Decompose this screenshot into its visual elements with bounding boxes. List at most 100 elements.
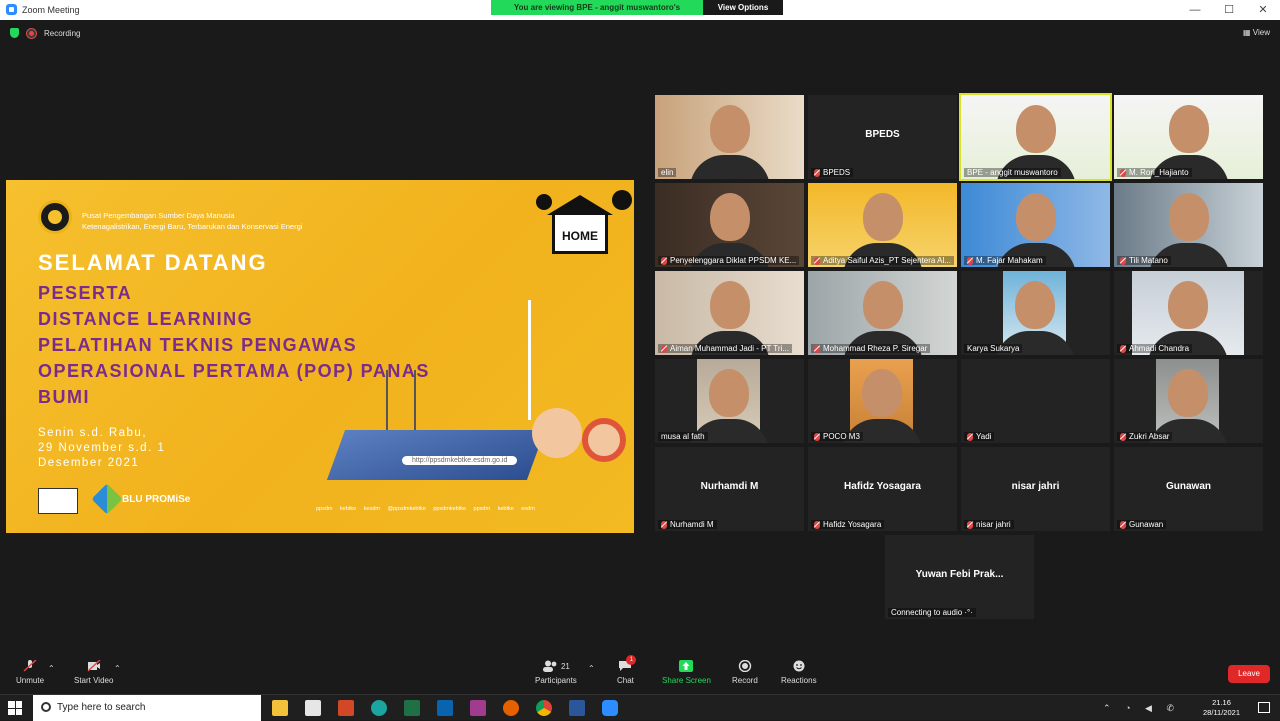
file-explorer-icon[interactable] <box>272 700 288 716</box>
word-icon[interactable] <box>569 700 585 716</box>
participant-tile[interactable]: M. Fajar Mahakam <box>961 183 1110 267</box>
shield-icon[interactable] <box>10 28 19 38</box>
windows-start-icon[interactable] <box>8 701 22 715</box>
excel-icon[interactable] <box>404 700 420 716</box>
participants-button[interactable]: 21 Participants <box>535 660 577 685</box>
participant-face <box>709 193 750 241</box>
powerpoint-icon[interactable] <box>338 700 354 716</box>
participant-tile[interactable]: elin <box>655 95 804 179</box>
muted-microphone-icon <box>967 520 973 529</box>
recording-indicator: Recording <box>10 28 80 38</box>
firefox-icon[interactable] <box>503 700 519 716</box>
participant-tile[interactable]: Zukri Absar <box>1114 359 1263 443</box>
participant-tile[interactable]: Gunawan Gunawan <box>1114 447 1263 531</box>
microphone-muted-icon <box>23 660 37 672</box>
participant-face <box>1167 369 1208 417</box>
minimize-button[interactable]: — <box>1178 0 1212 20</box>
participant-name-label: Tili Matano <box>1117 256 1171 265</box>
participant-name: Karya Sukarya <box>967 344 1020 353</box>
participant-tile[interactable]: BPE - anggit muswantoro <box>959 93 1112 181</box>
muted-microphone-icon <box>1120 168 1126 177</box>
participant-tile[interactable]: Aditya Saiful Azis_PT Sejentera Al... <box>808 183 957 267</box>
video-off-icon <box>87 660 101 672</box>
participant-tile[interactable]: Aiman Muhammad Jadi - PT Tri... <box>655 271 804 355</box>
video-label: Start Video <box>74 676 114 685</box>
participant-video <box>808 271 957 355</box>
taskbar-clock[interactable]: 21.16 28/11/2021 <box>1203 698 1240 718</box>
participant-name: nisar jahri <box>976 520 1011 529</box>
participants-options-caret-icon[interactable]: ⌃ <box>588 664 595 673</box>
participant-name: Tili Matano <box>1129 256 1168 265</box>
participant-name: Ahmadi Chandra <box>1129 344 1190 353</box>
reactions-button[interactable]: Reactions <box>781 660 817 685</box>
audio-options-caret-icon[interactable]: ⌃ <box>48 664 55 673</box>
system-tray-icons[interactable]: ⌃ ◔ ◀ ✆ <box>1103 703 1180 714</box>
participant-tile[interactable]: Yuwan Febi Prak... Connecting to audio ·°… <box>885 535 1034 619</box>
muted-microphone-icon <box>1120 344 1126 353</box>
certification-logo-icon <box>38 488 78 514</box>
participant-face <box>1168 281 1208 329</box>
share-screen-label: Share Screen <box>662 676 711 685</box>
participant-name: POCO M3 <box>823 432 860 441</box>
muted-microphone-icon <box>814 256 820 265</box>
maximize-button[interactable]: ☐ <box>1212 0 1246 20</box>
chrome-icon[interactable] <box>536 700 552 716</box>
media-app-icon[interactable] <box>470 700 486 716</box>
org-line-1: Pusat Pengembangan Sumber Daya Manusia <box>82 211 235 220</box>
solar-panel-illustration <box>326 430 546 480</box>
participant-name: musa al fath <box>661 432 705 441</box>
participant-tile[interactable]: Mohammad Rheza P. Siregar <box>808 271 957 355</box>
edge-icon[interactable] <box>371 700 387 716</box>
taskbar-search-box[interactable]: Type here to search <box>33 695 261 721</box>
participant-name: Mohammad Rheza P. Siregar <box>823 344 928 353</box>
leave-button[interactable]: Leave <box>1228 665 1270 683</box>
participant-tile[interactable]: M. Rori_Hajianto <box>1114 95 1263 179</box>
clock-time: 21.16 <box>1212 698 1231 707</box>
organization-name: Pusat Pengembangan Sumber Daya Manusia K… <box>82 210 302 232</box>
participant-tile[interactable]: musa al fath <box>655 359 804 443</box>
zoom-app-icon[interactable] <box>602 700 618 716</box>
participant-tile[interactable]: Hafidz Yosagara Hafidz Yosagara <box>808 447 957 531</box>
participant-display-name: Yuwan Febi Prak... <box>915 569 1004 580</box>
participant-tile[interactable]: Nurhamdi M Nurhamdi M <box>655 447 804 531</box>
muted-microphone-icon <box>661 344 667 353</box>
participant-tile[interactable]: Karya Sukarya <box>961 271 1110 355</box>
participant-face <box>709 281 750 329</box>
participant-video <box>655 271 804 355</box>
shared-screen: Pusat Pengembangan Sumber Daya Manusia K… <box>6 180 634 533</box>
participant-video <box>961 183 1110 267</box>
participant-tile[interactable]: Penyelenggara Diklat PPSDM KE... <box>655 183 804 267</box>
muted-microphone-icon <box>1120 520 1126 529</box>
record-button[interactable]: Record <box>732 660 758 685</box>
participant-tile[interactable]: POCO M3 <box>808 359 957 443</box>
store-icon[interactable] <box>305 700 321 716</box>
participant-tile[interactable]: nisar jahri nisar jahri <box>961 447 1110 531</box>
blu-promise-logo: BLU PROMiSe <box>91 483 190 515</box>
video-options-caret-icon[interactable]: ⌃ <box>114 664 121 673</box>
participant-name: M. Fajar Mahakam <box>976 256 1043 265</box>
close-button[interactable]: ✕ <box>1246 0 1280 20</box>
participant-name-label: Yadi <box>964 432 995 441</box>
outlook-icon[interactable] <box>437 700 453 716</box>
view-button[interactable]: ▦ View <box>1243 28 1270 37</box>
chat-label: Chat <box>617 676 634 685</box>
participant-name-label: Mohammad Rheza P. Siregar <box>811 344 931 353</box>
participant-tile[interactable]: BPEDS BPEDS <box>808 95 957 179</box>
view-options-button[interactable]: View Options ⌄ <box>703 0 783 27</box>
title-line: OPERASIONAL PERTAMA (POP) PANAS <box>38 361 430 381</box>
participant-tile[interactable]: Yadi <box>961 359 1110 443</box>
participant-tile[interactable]: Tili Matano <box>1114 183 1263 267</box>
participant-video <box>655 95 804 179</box>
participant-name: BPEDS <box>823 168 851 177</box>
notification-icon[interactable] <box>1258 702 1270 713</box>
record-label: Record <box>732 676 758 685</box>
share-screen-button[interactable]: Share Screen <box>662 660 711 685</box>
chat-badge: 1 <box>626 655 637 665</box>
start-video-button[interactable]: Start Video <box>74 660 113 685</box>
participant-name: M. Rori_Hajianto <box>1129 168 1189 177</box>
chat-button[interactable]: 1 Chat <box>617 655 637 685</box>
participant-tile[interactable]: Ahmadi Chandra <box>1114 271 1263 355</box>
participant-name-label: POCO M3 <box>811 432 863 441</box>
unmute-button[interactable]: Unmute <box>16 660 44 685</box>
muted-microphone-icon <box>661 256 667 265</box>
